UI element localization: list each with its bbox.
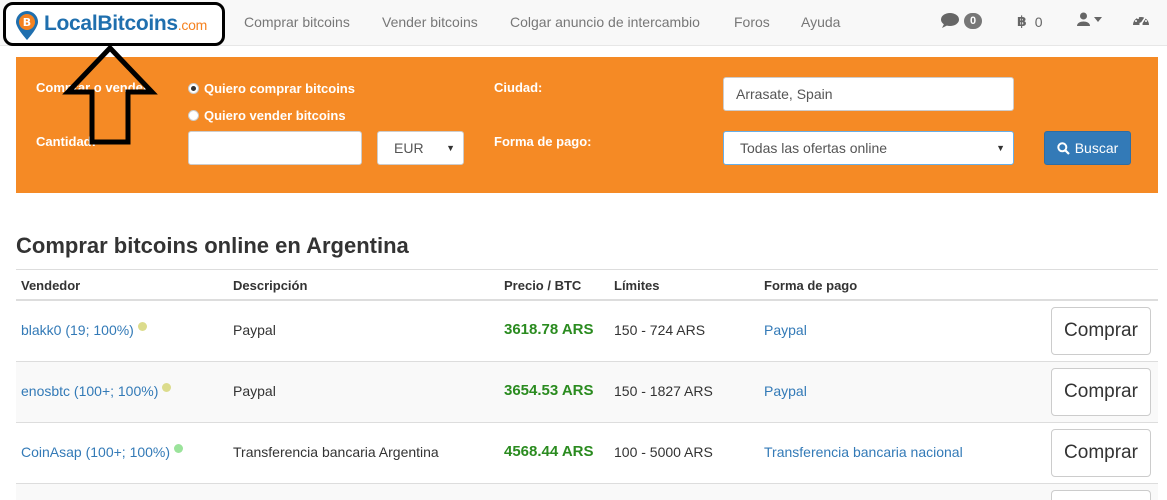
price: 4568.44 ARS <box>504 443 594 460</box>
limits: 150 - 1827 ARS <box>614 383 713 399</box>
buy-button[interactable]: Comprar <box>1051 307 1151 355</box>
city-label: Ciudad: <box>494 80 543 95</box>
limits: 150 - 724 ARS <box>614 322 706 338</box>
description: Transferencia bancaria Argentina <box>233 444 439 460</box>
caret-down-icon: ▼ <box>996 143 1005 153</box>
radio-buy-label: Quiero comprar bitcoins <box>204 81 355 96</box>
nav-help[interactable]: Ayuda <box>801 14 840 30</box>
chat-icon <box>941 13 959 28</box>
online-status-icon <box>174 444 184 453</box>
seller-link[interactable]: blakk0 (19; 100%) <box>21 322 147 338</box>
currency-value: EUR <box>394 140 424 156</box>
top-navbar: B LocalBitcoins.com Comprar bitcoins Ven… <box>0 0 1167 46</box>
annotation-arrow-icon <box>62 44 158 145</box>
col-limits: Límites <box>614 278 660 293</box>
messages-button[interactable]: 0 <box>940 12 983 29</box>
caret-down-icon <box>1094 16 1102 22</box>
price: 3654.53 ARS <box>504 382 594 399</box>
wallet-button[interactable]: ฿ 0 <box>1017 13 1043 30</box>
payment-method-value: Todas las ofertas online <box>740 140 888 156</box>
nav-sell-bitcoins[interactable]: Vender bitcoins <box>382 14 478 30</box>
seller-link[interactable]: enosbtc (100+; 100%) <box>21 383 172 399</box>
table-row-partial <box>16 484 1158 500</box>
radio-buy-dot <box>188 83 199 94</box>
logo-text: LocalBitcoins.com <box>44 12 207 35</box>
online-status-icon <box>162 383 172 392</box>
user-icon <box>1077 12 1090 26</box>
payment-method-select[interactable]: Todas las ofertas online ▼ <box>723 131 1014 165</box>
amount-input[interactable] <box>188 131 362 165</box>
currency-select[interactable]: EUR ▼ <box>377 131 464 165</box>
description: Paypal <box>233 322 276 338</box>
table-row: enosbtc (100+; 100%) Paypal 3654.53 ARS … <box>16 362 1158 423</box>
nav-buy-bitcoins[interactable]: Comprar bitcoins <box>244 14 350 30</box>
payment-method-link[interactable]: Paypal <box>764 322 807 338</box>
col-description: Descripción <box>233 278 308 293</box>
nav-post-trade[interactable]: Colgar anuncio de intercambio <box>510 14 700 30</box>
seller-link[interactable]: CoinAsap (100+; 100%) <box>21 444 184 460</box>
col-price: Precio / BTC <box>504 278 582 293</box>
page-title: Comprar bitcoins online en Argentina <box>16 233 409 258</box>
payment-method-link[interactable]: Transferencia bancaria nacional <box>764 444 963 460</box>
buy-button[interactable]: Comprar <box>1051 429 1151 477</box>
radio-sell-dot <box>188 110 199 121</box>
table-header: Vendedor Descripción Precio / BTC Límite… <box>16 269 1158 301</box>
search-button-label: Buscar <box>1074 140 1119 156</box>
buy-button[interactable]: Comprar <box>1051 368 1151 416</box>
col-seller: Vendedor <box>21 278 81 293</box>
logo-link[interactable]: B LocalBitcoins.com <box>3 2 225 46</box>
col-payment: Forma de pago <box>764 278 858 293</box>
limits: 100 - 5000 ARS <box>614 444 713 460</box>
caret-down-icon: ▼ <box>446 143 455 153</box>
svg-text:B: B <box>23 16 31 29</box>
search-icon <box>1057 141 1070 155</box>
price: 3618.78 ARS <box>504 321 594 338</box>
table-row: CoinAsap (100+; 100%) Transferencia banc… <box>16 423 1158 484</box>
dashboard-button[interactable] <box>1132 12 1150 27</box>
user-menu-button[interactable] <box>1077 12 1102 26</box>
buy-button-partial[interactable] <box>1051 490 1151 500</box>
radio-sell-label: Quiero vender bitcoins <box>204 108 346 123</box>
table-row: blakk0 (19; 100%) Paypal 3618.78 ARS 150… <box>16 301 1158 362</box>
search-button[interactable]: Buscar <box>1044 131 1131 165</box>
logo-pin-icon: B <box>16 11 38 40</box>
radio-buy[interactable]: Quiero comprar bitcoins <box>188 81 355 96</box>
dashboard-icon <box>1133 17 1149 26</box>
messages-badge: 0 <box>964 12 983 29</box>
description: Paypal <box>233 383 276 399</box>
btc-balance: 0 <box>1034 13 1043 30</box>
city-value: Arrasate, Spain <box>736 86 833 102</box>
bitcoin-icon: ฿ <box>1017 13 1027 29</box>
payment-method-label: Forma de pago: <box>494 134 592 149</box>
payment-method-link[interactable]: Paypal <box>764 383 807 399</box>
online-status-icon <box>137 322 147 331</box>
radio-sell[interactable]: Quiero vender bitcoins <box>188 108 346 123</box>
nav-forums[interactable]: Foros <box>734 14 770 30</box>
city-input[interactable]: Arrasate, Spain <box>723 77 1014 111</box>
